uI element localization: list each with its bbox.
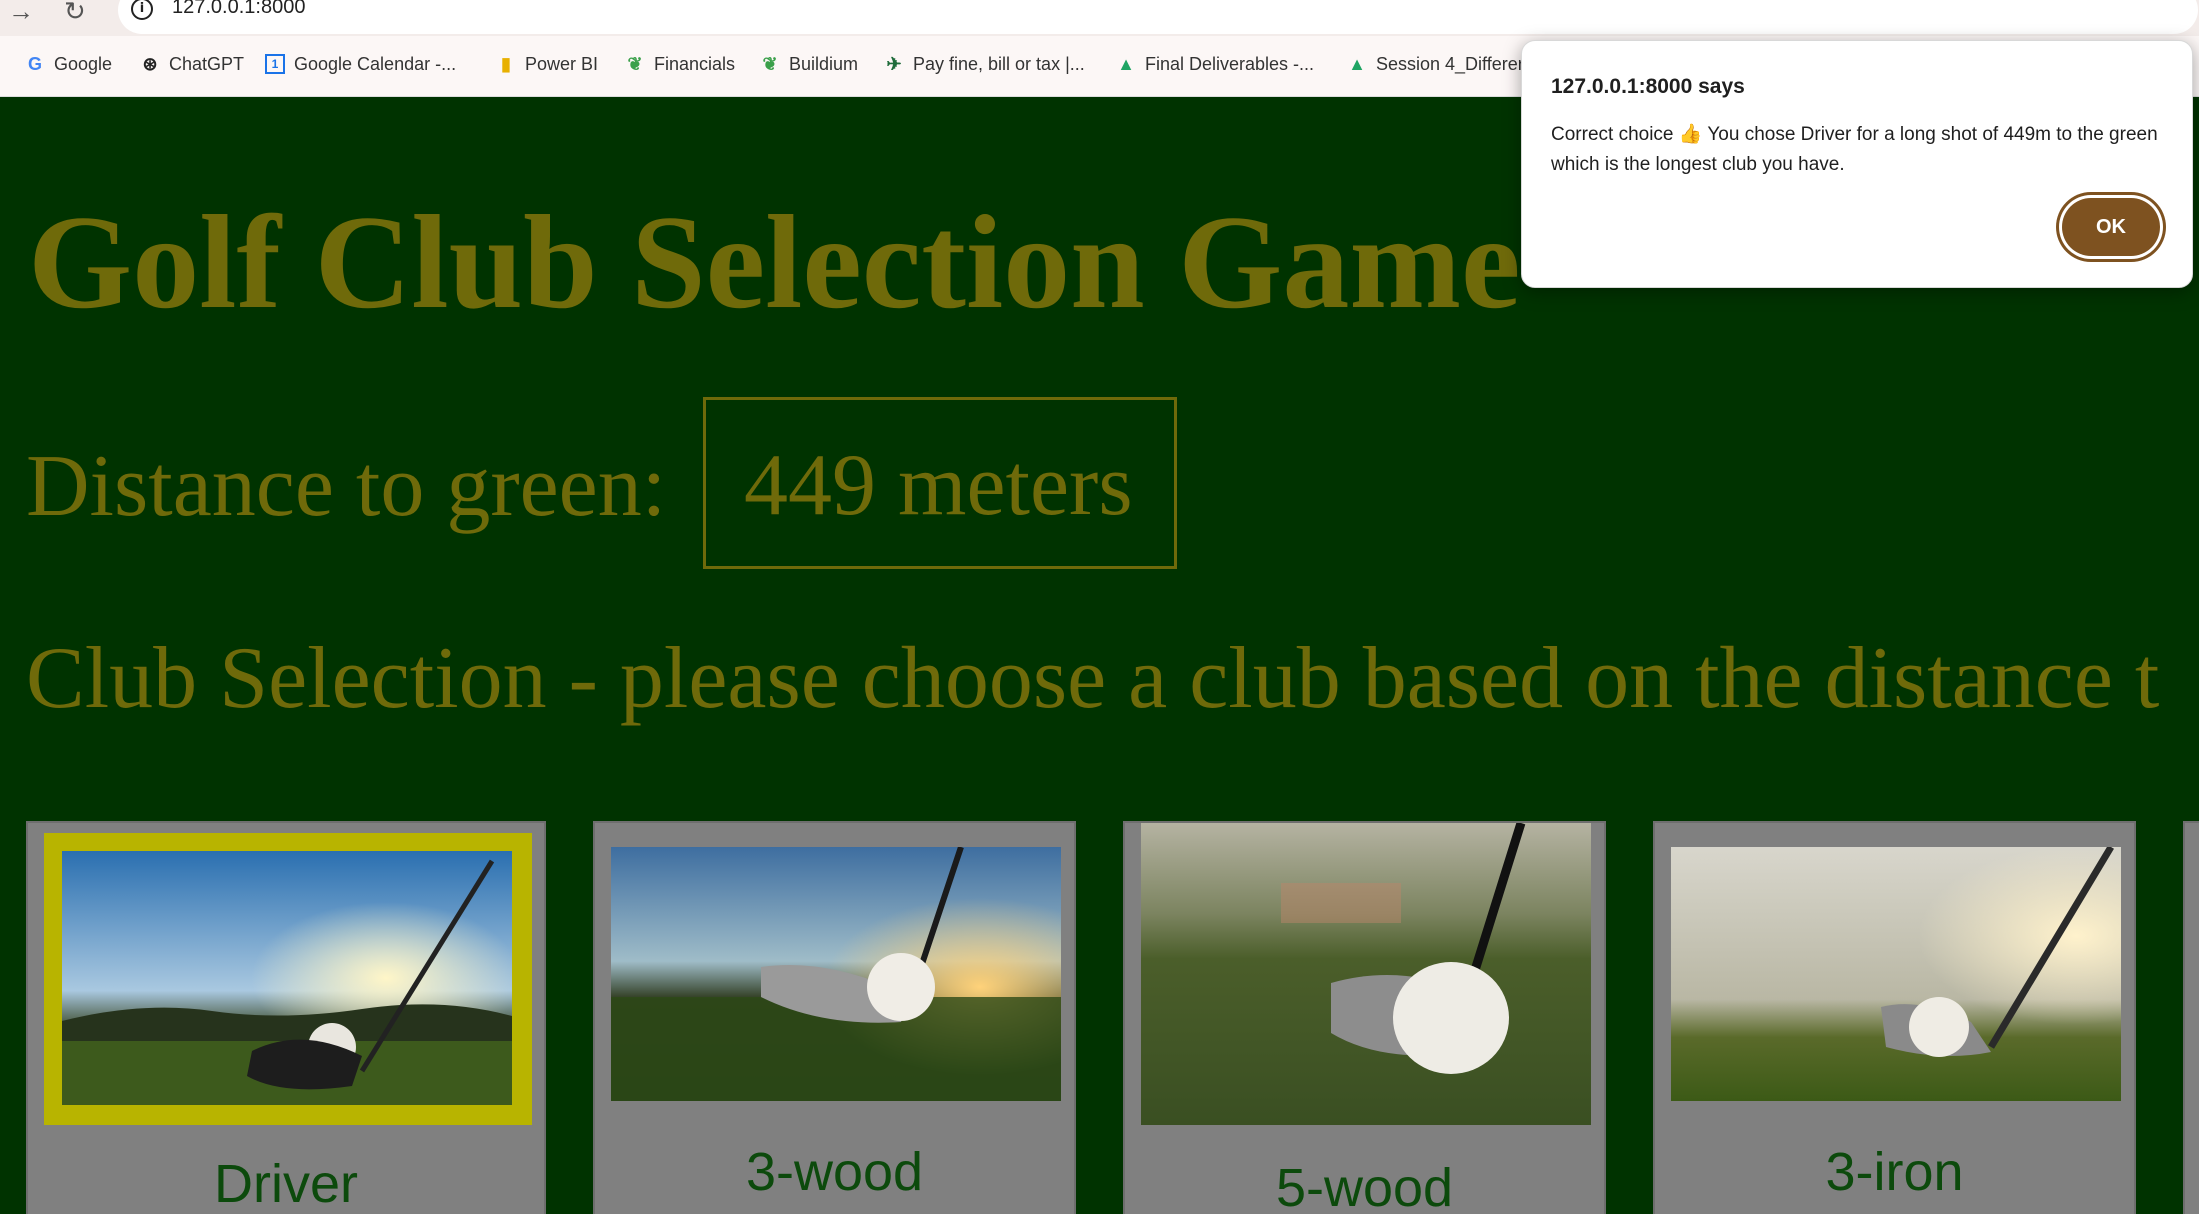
drive-icon: ▲ bbox=[1117, 54, 1135, 74]
club-name: Driver bbox=[214, 1154, 358, 1214]
3-wood-photo bbox=[611, 847, 1061, 1101]
bookmark-label: Google Calendar -... bbox=[294, 53, 457, 74]
chatgpt-icon: ⊛ bbox=[142, 54, 158, 74]
bookmark-label: Financials bbox=[654, 53, 736, 74]
distance-box: 449 meters bbox=[703, 397, 1177, 569]
bookmark-google-calendar[interactable]: 1 Google Calendar -... bbox=[265, 52, 456, 76]
drive-icon: ▲ bbox=[1348, 54, 1366, 74]
ok-button[interactable]: OK bbox=[2062, 198, 2160, 256]
bookmark-label: Google bbox=[54, 53, 113, 74]
distance-label: Distance to green: bbox=[26, 438, 667, 535]
reload-icon[interactable]: ↻ bbox=[64, 0, 86, 24]
leaf-icon: ❦ bbox=[762, 54, 778, 74]
distance-value: 449 meters bbox=[744, 437, 1133, 534]
club-card-partial[interactable] bbox=[2183, 821, 2199, 1214]
calendar-icon: 1 bbox=[265, 54, 285, 74]
selected-highlight bbox=[44, 833, 532, 1125]
bird-icon: ✈ bbox=[886, 54, 902, 74]
driver-photo bbox=[62, 851, 512, 1105]
3-iron-photo bbox=[1671, 847, 2121, 1101]
leaf-icon: ❦ bbox=[627, 54, 643, 74]
url-text[interactable]: 127.0.0.1:8000 bbox=[172, 0, 305, 19]
bookmark-buildium[interactable]: ❦ Buildium bbox=[760, 52, 858, 76]
page-title: Golf Club Selection Game bbox=[28, 188, 1521, 336]
bookmark-label: Pay fine, bill or tax |... bbox=[913, 53, 1085, 74]
club-name: 3-wood bbox=[745, 1142, 924, 1202]
dialog-title: 127.0.0.1:8000 says bbox=[1551, 75, 1745, 98]
dialog-message: Correct choice 👍 You chose Driver for a … bbox=[1551, 124, 2158, 175]
bookmark-financials[interactable]: ❦ Financials bbox=[625, 52, 735, 76]
club-selection-heading: Club Selection - please choose a club ba… bbox=[26, 630, 2160, 727]
bookmark-label: Session 4_Differer bbox=[1376, 53, 1524, 74]
powerbi-icon: ▮ bbox=[501, 54, 511, 74]
5-wood-photo bbox=[1141, 823, 1591, 1125]
bookmark-pay-fine[interactable]: ✈ Pay fine, bill or tax |... bbox=[884, 52, 1085, 76]
club-card-driver[interactable]: Driver bbox=[26, 821, 546, 1214]
club-card-3-wood[interactable]: 3-wood bbox=[593, 821, 1076, 1214]
bookmark-chatgpt[interactable]: ⊛ ChatGPT bbox=[140, 52, 244, 76]
club-card-5-wood[interactable]: 5-wood bbox=[1123, 821, 1606, 1214]
bookmark-label: Power BI bbox=[525, 53, 599, 74]
forward-icon[interactable]: → bbox=[8, 0, 34, 24]
bookmark-label: ChatGPT bbox=[169, 53, 245, 74]
address-bar[interactable] bbox=[118, 0, 2198, 34]
address-bar-row: → ↻ i 127.0.0.1:8000 bbox=[0, 0, 2199, 36]
club-name: 5-wood bbox=[1275, 1158, 1454, 1214]
bookmark-google[interactable]: G Google bbox=[25, 52, 112, 76]
bookmark-session-4[interactable]: ▲ Session 4_Differer bbox=[1347, 52, 1524, 76]
bookmark-power-bi[interactable]: ▮ Power BI bbox=[496, 52, 598, 76]
club-card-3-iron[interactable]: 3-iron bbox=[1653, 821, 2136, 1214]
club-name: 3-iron bbox=[1825, 1142, 1964, 1202]
google-icon: G bbox=[27, 54, 42, 74]
bookmark-final-deliverables[interactable]: ▲ Final Deliverables -... bbox=[1116, 52, 1314, 76]
bookmark-label: Buildium bbox=[789, 53, 859, 74]
bookmark-label: Final Deliverables -... bbox=[1145, 53, 1315, 74]
alert-dialog: 127.0.0.1:8000 says Correct choice 👍 You… bbox=[1521, 40, 2193, 288]
